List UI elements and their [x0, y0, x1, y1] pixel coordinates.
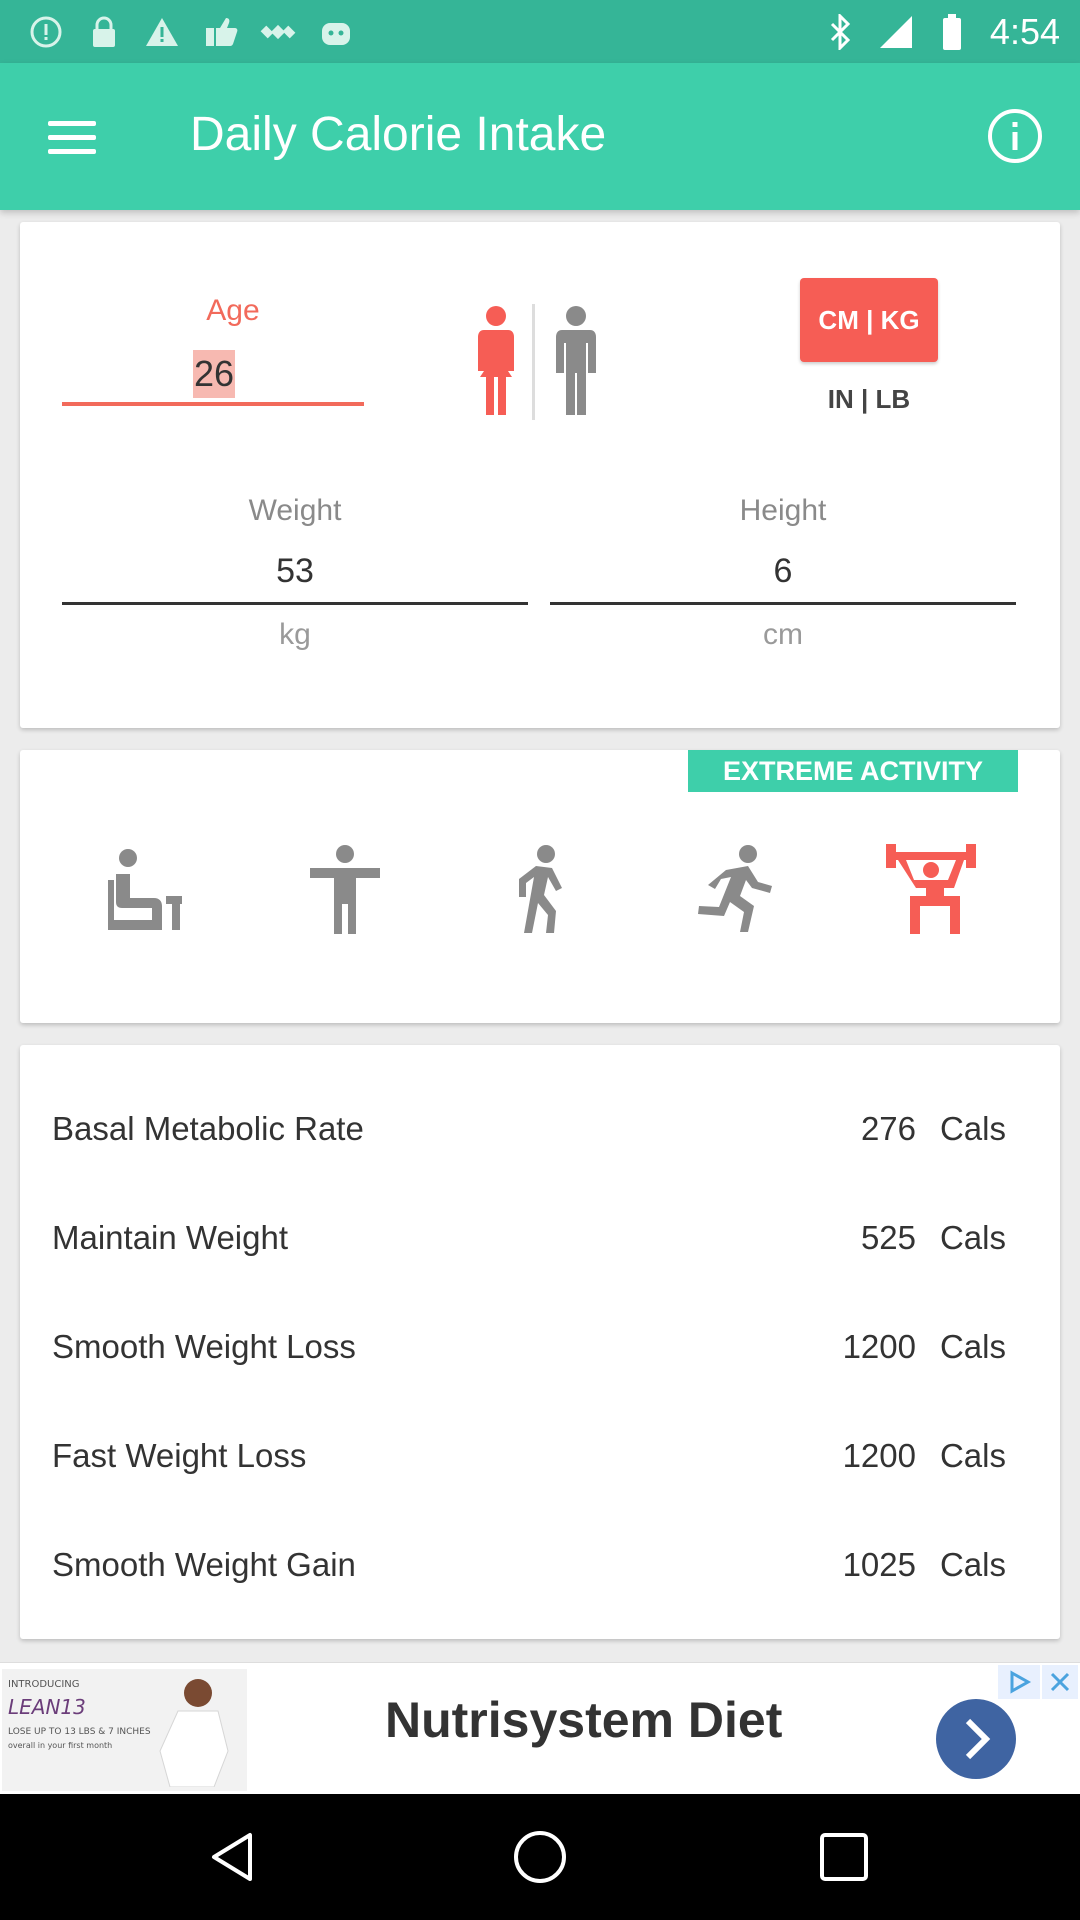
status-bar: 4:54 — [0, 0, 1080, 63]
male-icon[interactable] — [548, 304, 604, 416]
ad-image-text: LEAN13 — [8, 1695, 86, 1719]
activity-level-badge: EXTREME ACTIVITY — [688, 750, 1018, 792]
age-input[interactable]: 26 — [193, 350, 235, 398]
ad-image-text: LOSE UP TO 13 LBS & 7 INCHES — [8, 1727, 151, 1737]
result-label: Basal Metabolic Rate — [52, 1110, 364, 1147]
info-icon[interactable] — [986, 107, 1044, 165]
result-unit: Cals — [939, 1328, 1006, 1365]
signal-icon — [878, 14, 914, 50]
result-unit: Cals — [939, 1437, 1006, 1474]
navigation-bar — [0, 1794, 1080, 1920]
satellite-icon — [260, 14, 296, 50]
result-unit: Cals — [939, 1110, 1006, 1147]
running-icon[interactable] — [690, 844, 780, 934]
home-icon[interactable] — [510, 1827, 570, 1887]
ad-image[interactable]: INTRODUCING LEAN13 LOSE UP TO 13 LBS & 7… — [2, 1669, 247, 1791]
female-icon[interactable] — [468, 304, 524, 416]
bluetooth-icon — [822, 14, 858, 50]
adchoices-icon[interactable] — [998, 1665, 1040, 1699]
result-row-maintain: Maintain Weight 525 Cals — [52, 1209, 1028, 1269]
unit-metric-button[interactable]: CM | KG — [800, 278, 938, 362]
result-value: 1200 — [842, 1437, 916, 1474]
gender-divider — [532, 304, 535, 420]
weight-input[interactable]: 53 — [62, 552, 528, 591]
weight-underline — [62, 602, 528, 605]
result-unit: Cals — [939, 1219, 1006, 1256]
back-icon[interactable] — [206, 1827, 266, 1887]
result-label: Smooth Weight Loss — [52, 1328, 356, 1365]
result-unit: Cals — [939, 1546, 1006, 1583]
app-bar: Daily Calorie Intake — [0, 63, 1080, 210]
page-title: Daily Calorie Intake — [190, 108, 607, 161]
ad-image-text: overall in your first month — [8, 1741, 113, 1750]
unit-imperial-button[interactable]: IN | LB — [800, 384, 938, 415]
height-label: Height — [739, 494, 827, 527]
ad-banner[interactable]: INTRODUCING LEAN13 LOSE UP TO 13 LBS & 7… — [0, 1662, 1080, 1794]
recents-icon[interactable] — [814, 1827, 874, 1887]
result-row-bmr: Basal Metabolic Rate 276 Cals — [52, 1100, 1028, 1160]
height-input[interactable]: 6 — [550, 552, 1016, 591]
warning-icon — [144, 14, 180, 50]
height-unit: cm — [763, 618, 803, 651]
weight-unit: kg — [279, 618, 311, 651]
weightlifting-icon[interactable] — [886, 844, 976, 934]
age-underline — [62, 402, 364, 406]
ad-image-text: INTRODUCING — [8, 1679, 80, 1690]
result-value: 276 — [860, 1110, 916, 1147]
alert-circle-icon — [28, 14, 64, 50]
result-value: 1200 — [842, 1328, 916, 1365]
profile-card: Age 26 CM | KG IN | LB Weight 53 kg Heig… — [20, 222, 1060, 728]
close-icon[interactable] — [1042, 1665, 1078, 1699]
activity-card: EXTREME ACTIVITY — [20, 750, 1060, 1023]
result-value: 525 — [860, 1219, 916, 1256]
fake-gps-icon — [202, 14, 238, 50]
standing-icon[interactable] — [300, 844, 390, 934]
android-icon — [318, 14, 354, 50]
result-value: 1025 — [842, 1546, 916, 1583]
status-time: 4:54 — [989, 11, 1060, 52]
result-row-smooth-gain: Smooth Weight Gain 1025 Cals — [52, 1536, 1028, 1596]
walking-icon[interactable] — [496, 844, 586, 934]
lock-icon — [86, 14, 122, 50]
result-label: Fast Weight Loss — [52, 1437, 307, 1474]
ad-model-photo — [159, 1679, 229, 1787]
ad-title[interactable]: Nutrisystem Diet — [385, 1691, 782, 1749]
result-row-fast-loss: Fast Weight Loss 1200 Cals — [52, 1427, 1028, 1487]
results-card: Basal Metabolic Rate 276 Cals Maintain W… — [20, 1045, 1060, 1639]
battery-icon — [934, 14, 970, 50]
result-row-smooth-loss: Smooth Weight Loss 1200 Cals — [52, 1318, 1028, 1378]
sitting-icon[interactable] — [106, 844, 196, 934]
result-label: Smooth Weight Gain — [52, 1546, 356, 1583]
chevron-right-icon[interactable] — [936, 1699, 1016, 1779]
age-label: Age — [206, 294, 260, 327]
height-underline — [550, 602, 1016, 605]
result-label: Maintain Weight — [52, 1219, 289, 1256]
weight-label: Weight — [248, 494, 342, 527]
hamburger-menu-icon[interactable] — [44, 115, 100, 159]
